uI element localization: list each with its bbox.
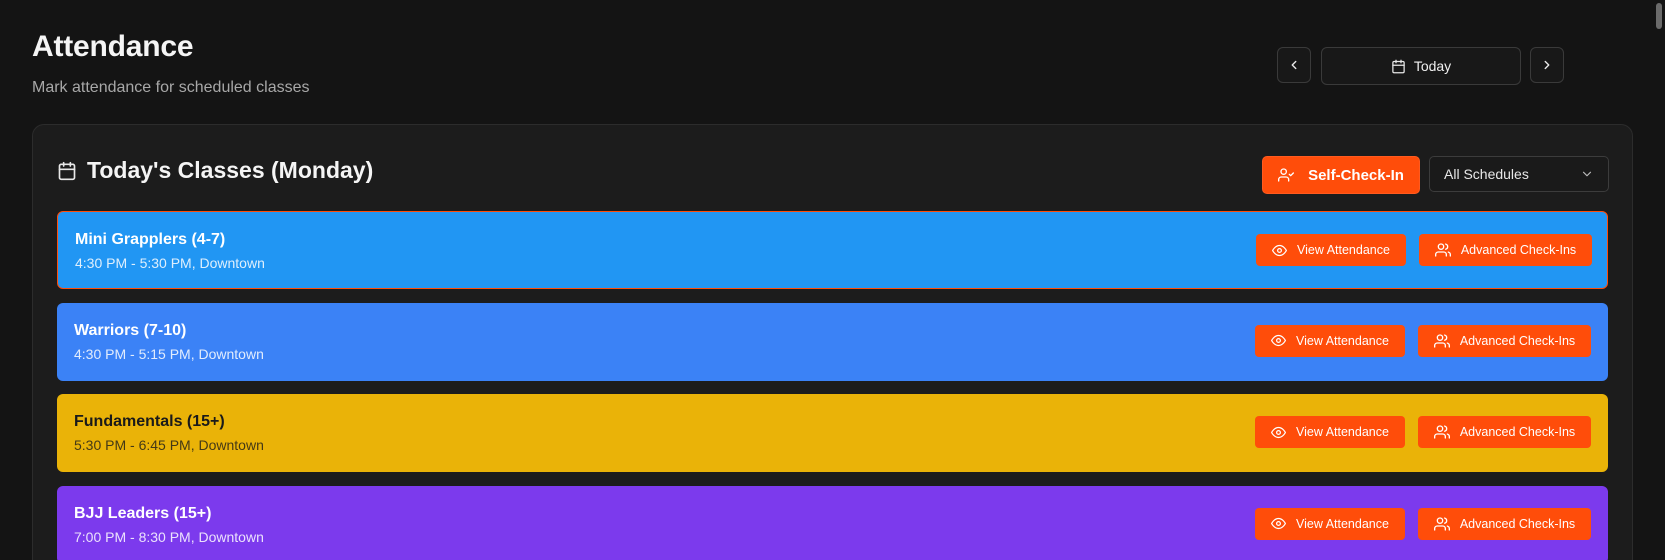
view-attendance-button[interactable]: View Attendance bbox=[1255, 324, 1405, 357]
class-row[interactable]: Warriors (7-10) 4:30 PM - 5:15 PM, Downt… bbox=[57, 302, 1608, 381]
class-row[interactable]: Mini Grapplers (4-7) 4:30 PM - 5:30 PM, … bbox=[57, 211, 1608, 289]
card-title-text: Today's Classes (Monday) bbox=[87, 157, 374, 183]
self-check-in-button[interactable]: Self-Check-In bbox=[1262, 156, 1420, 194]
view-attendance-label: View Attendance bbox=[1296, 516, 1389, 531]
class-name: BJJ Leaders (15+) bbox=[74, 504, 212, 522]
advanced-check-ins-label: Advanced Check-Ins bbox=[1459, 516, 1576, 531]
previous-day-button[interactable] bbox=[1277, 47, 1311, 83]
today-label: Today bbox=[1413, 58, 1452, 74]
view-attendance-label: View Attendance bbox=[1297, 243, 1390, 257]
advanced-check-ins-button[interactable]: Advanced Check-Ins bbox=[1419, 234, 1592, 266]
view-attendance-button[interactable]: View Attendance bbox=[1255, 416, 1405, 448]
class-name: Warriors (7-10) bbox=[74, 321, 187, 339]
advanced-check-ins-label: Advanced Check-Ins bbox=[1459, 425, 1576, 439]
calendar-icon bbox=[1391, 59, 1406, 74]
page-subtitle: Mark attendance for scheduled classes bbox=[32, 79, 310, 96]
chevron-right-icon bbox=[1540, 58, 1554, 72]
advanced-check-ins-button[interactable]: Advanced Check-Ins bbox=[1418, 416, 1591, 448]
chevron-left-icon bbox=[1287, 58, 1301, 72]
user-check-icon bbox=[1278, 167, 1295, 183]
users-icon bbox=[1433, 333, 1450, 349]
view-attendance-label: View Attendance bbox=[1296, 333, 1389, 348]
eye-icon bbox=[1271, 516, 1287, 531]
page-scrollbar[interactable] bbox=[1656, 3, 1662, 29]
class-time-location: 5:30 PM - 6:45 PM, Downtown bbox=[74, 437, 264, 453]
attendance-page: Attendance Mark attendance for scheduled… bbox=[0, 0, 1665, 560]
calendar-icon bbox=[57, 161, 77, 181]
class-time-location: 4:30 PM - 5:30 PM, Downtown bbox=[75, 255, 265, 271]
advanced-check-ins-button[interactable]: Advanced Check-Ins bbox=[1418, 324, 1591, 357]
users-icon bbox=[1433, 516, 1450, 532]
class-time-location: 4:30 PM - 5:15 PM, Downtown bbox=[74, 345, 264, 362]
eye-icon bbox=[1271, 333, 1287, 348]
class-name: Fundamentals (15+) bbox=[74, 413, 225, 430]
view-attendance-button[interactable]: View Attendance bbox=[1256, 234, 1406, 266]
page-title: Attendance bbox=[32, 30, 194, 63]
classes-card: Today's Classes (Monday) Self-Check-In A… bbox=[32, 124, 1633, 560]
card-title: Today's Classes (Monday) bbox=[57, 157, 373, 184]
class-time-location: 7:00 PM - 8:30 PM, Downtown bbox=[74, 528, 264, 545]
advanced-check-ins-label: Advanced Check-Ins bbox=[1459, 333, 1576, 348]
schedule-filter-value: All Schedules bbox=[1444, 166, 1529, 182]
class-row[interactable]: BJJ Leaders (15+) 7:00 PM - 8:30 PM, Dow… bbox=[57, 485, 1608, 560]
users-icon bbox=[1433, 424, 1450, 440]
eye-icon bbox=[1272, 243, 1288, 258]
view-attendance-label: View Attendance bbox=[1296, 425, 1389, 439]
today-button[interactable]: Today bbox=[1321, 47, 1521, 85]
next-day-button[interactable] bbox=[1530, 47, 1564, 83]
self-check-in-label: Self-Check-In bbox=[1308, 166, 1404, 184]
schedule-filter-select[interactable]: All Schedules bbox=[1429, 156, 1609, 192]
users-icon bbox=[1434, 242, 1451, 258]
advanced-check-ins-label: Advanced Check-Ins bbox=[1460, 243, 1577, 257]
chevron-down-icon bbox=[1580, 167, 1594, 181]
class-row[interactable]: Fundamentals (15+) 5:30 PM - 6:45 PM, Do… bbox=[57, 394, 1608, 472]
eye-icon bbox=[1271, 425, 1287, 440]
view-attendance-button[interactable]: View Attendance bbox=[1255, 507, 1405, 540]
class-name: Mini Grapplers (4-7) bbox=[75, 231, 226, 248]
advanced-check-ins-button[interactable]: Advanced Check-Ins bbox=[1418, 507, 1591, 540]
